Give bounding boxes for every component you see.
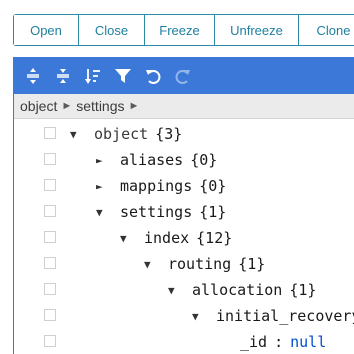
field-count: {12}: [196, 229, 233, 247]
drag-handle[interactable]: [44, 153, 56, 165]
collapsed-toggle-icon[interactable]: ►: [96, 154, 110, 167]
field-count: {1}: [289, 281, 317, 299]
field-count: {3}: [155, 125, 183, 143]
breadcrumb-separator: ►: [128, 100, 140, 112]
collapsed-toggle-icon[interactable]: ►: [96, 180, 110, 193]
action-button-group: Open Close Freeze Unfreeze Clone: [13, 14, 354, 46]
expanded-toggle-icon[interactable]: ▼: [192, 310, 206, 323]
tree-row-index: ▼ index {12}: [14, 225, 354, 251]
field-count: {1}: [199, 203, 227, 221]
field-value[interactable]: null: [290, 333, 326, 351]
expanded-toggle-icon[interactable]: ▼: [96, 206, 110, 219]
field-key[interactable]: allocation: [192, 281, 282, 299]
expanded-toggle-icon[interactable]: ▼: [70, 128, 84, 141]
expand-all-icon[interactable]: [22, 65, 44, 87]
field-key[interactable]: _id: [240, 333, 267, 351]
field-separator: :: [274, 333, 284, 351]
freeze-button[interactable]: Freeze: [145, 15, 215, 45]
breadcrumb-settings[interactable]: settings: [76, 98, 124, 114]
tree-row-object: ▼ object {3}: [14, 121, 354, 147]
jsoneditor-page: Open Close Freeze Unfreeze Clone object …: [0, 0, 354, 354]
drag-handle[interactable]: [44, 335, 56, 347]
field-key[interactable]: aliases: [120, 151, 183, 169]
sort-icon[interactable]: [82, 65, 104, 87]
drag-handle[interactable]: [44, 283, 56, 295]
undo-icon[interactable]: [142, 65, 164, 87]
collapse-all-icon[interactable]: [52, 65, 74, 87]
open-button[interactable]: Open: [14, 15, 79, 45]
tree-row-routing: ▼ routing {1}: [14, 251, 354, 277]
field-count: {0}: [190, 151, 218, 169]
tree-row-allocation: ▼ allocation {1}: [14, 277, 354, 303]
redo-icon[interactable]: [172, 65, 194, 87]
clone-button[interactable]: Clone: [299, 15, 354, 45]
breadcrumb: object ► settings ►: [14, 94, 354, 119]
expanded-toggle-icon[interactable]: ▼: [168, 284, 182, 297]
json-editor: object ► settings ► ▼ object {3} ► alias…: [13, 57, 354, 354]
field-key[interactable]: initial_recovery: [216, 307, 354, 325]
expanded-toggle-icon[interactable]: ▼: [144, 258, 158, 271]
unfreeze-button[interactable]: Unfreeze: [215, 15, 299, 45]
drag-handle[interactable]: [44, 205, 56, 217]
drag-handle[interactable]: [44, 257, 56, 269]
filter-icon[interactable]: [112, 65, 134, 87]
drag-handle[interactable]: [44, 231, 56, 243]
field-count: {1}: [238, 255, 266, 273]
field-key[interactable]: index: [144, 229, 189, 247]
field-key[interactable]: routing: [168, 255, 231, 273]
editor-menu-bar: [14, 58, 354, 94]
close-button[interactable]: Close: [79, 15, 145, 45]
tree-row-initial-recovery: ▼ initial_recovery {: [14, 303, 354, 329]
drag-handle[interactable]: [44, 179, 56, 191]
tree-row-aliases: ► aliases {0}: [14, 147, 354, 173]
drag-handle[interactable]: [44, 127, 56, 139]
tree-row-settings: ▼ settings {1}: [14, 199, 354, 225]
json-tree: ▼ object {3} ► aliases {0} ► mappings {0…: [14, 119, 354, 354]
tree-row-mappings: ► mappings {0}: [14, 173, 354, 199]
tree-row-id: _id : null: [14, 329, 354, 354]
field-key[interactable]: mappings: [120, 177, 192, 195]
field-key[interactable]: settings: [120, 203, 192, 221]
breadcrumb-object[interactable]: object: [20, 98, 57, 114]
breadcrumb-separator: ►: [61, 100, 73, 112]
field-count: {0}: [199, 177, 227, 195]
drag-handle[interactable]: [44, 309, 56, 321]
expanded-toggle-icon[interactable]: ▼: [120, 232, 134, 245]
field-key[interactable]: object: [94, 125, 148, 143]
